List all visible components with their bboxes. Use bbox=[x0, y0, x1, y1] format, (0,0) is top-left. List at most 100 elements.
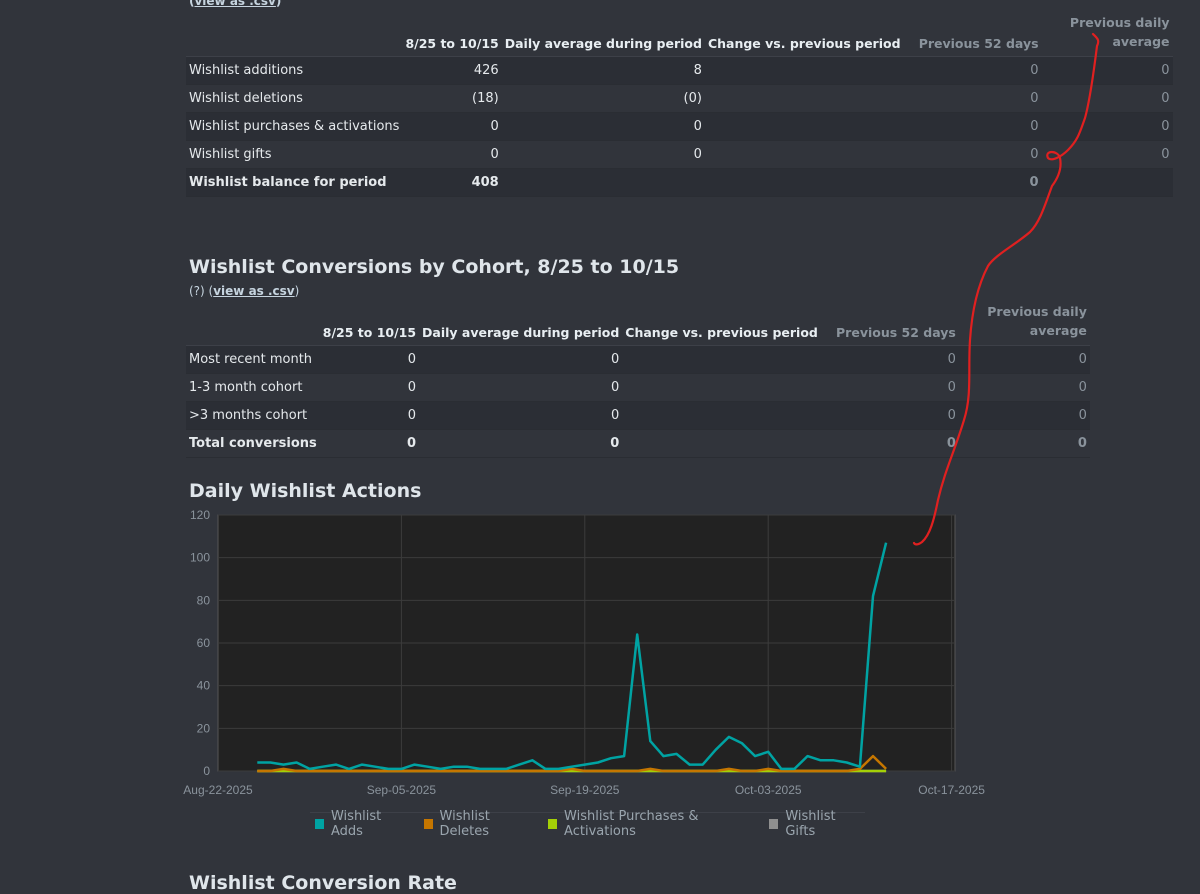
cell-daily-average: 0 bbox=[419, 401, 623, 430]
cell-previous-average: 0 bbox=[1041, 112, 1173, 141]
cell-daily-average bbox=[501, 168, 705, 197]
cell-previous-average: 0 bbox=[958, 345, 1090, 374]
table-row: Wishlist purchases & activations 0 0 0 0 bbox=[186, 112, 1173, 141]
cell-daily-average: 0 bbox=[501, 112, 705, 141]
table-total-row: Total conversions 0 0 0 0 bbox=[186, 429, 1090, 458]
legend-swatch bbox=[548, 819, 558, 829]
legend-item-gifts[interactable]: Wishlist Gifts bbox=[764, 809, 861, 839]
column-header-period: 8/25 to 10/15 bbox=[402, 12, 502, 57]
cell-previous: 0 bbox=[903, 112, 1042, 141]
legend-item-deletes[interactable]: Wishlist Deletes bbox=[419, 809, 533, 839]
cell-daily-average: 0 bbox=[419, 345, 623, 374]
y-tick-label: 60 bbox=[197, 636, 211, 650]
cell-previous: 0 bbox=[820, 345, 959, 374]
conversions-section-title: Wishlist Conversions by Cohort, 8/25 to … bbox=[189, 256, 680, 278]
legend-swatch bbox=[423, 819, 433, 829]
conversion-rate-title: Wishlist Conversion Rate bbox=[189, 872, 457, 894]
row-label: Most recent month bbox=[186, 345, 320, 374]
table-row: 1-3 month cohort 0 0 0 0 bbox=[186, 373, 1090, 402]
column-header-label bbox=[186, 12, 403, 57]
row-label: Wishlist purchases & activations bbox=[186, 112, 403, 141]
column-header-change: Change vs. previous period bbox=[622, 302, 821, 346]
view-as-csv-link[interactable]: view as .csv bbox=[194, 0, 275, 8]
x-tick-label: Oct-17-2025 bbox=[918, 783, 985, 797]
row-label: Wishlist gifts bbox=[186, 140, 403, 169]
legend-swatch bbox=[315, 819, 324, 829]
legend-label: Wishlist Deletes bbox=[439, 809, 490, 839]
x-tick-label: Sep-19-2025 bbox=[550, 783, 620, 797]
chart-svg: 0 20 40 60 80 100 120 Aug-22-2025 Sep-05-2025 Sep… bbox=[183, 508, 985, 797]
help-link[interactable]: (?) bbox=[189, 284, 205, 298]
table-header-row: 8/25 to 10/15 Daily average during perio… bbox=[186, 12, 1173, 57]
y-tick-label: 20 bbox=[197, 721, 211, 735]
cell-previous: 0 bbox=[903, 84, 1042, 113]
column-header-period: 8/25 to 10/15 bbox=[319, 302, 420, 346]
y-tick-label: 0 bbox=[203, 764, 210, 778]
chart-legend: Wishlist Adds Wishlist Deletes Wishlist … bbox=[310, 809, 865, 839]
column-header-daily-average: Daily average during period bbox=[501, 12, 705, 57]
cell-period: 0 bbox=[402, 140, 502, 169]
row-label: Total conversions bbox=[186, 429, 320, 458]
cell-daily-average: 0 bbox=[419, 429, 623, 458]
table-row: Wishlist deletions (18) (0) 0 0 bbox=[186, 84, 1173, 113]
cell-previous-average: 0 bbox=[1041, 140, 1173, 169]
cell-previous-average: 0 bbox=[958, 429, 1090, 458]
legend-item-adds[interactable]: Wishlist Adds bbox=[310, 809, 409, 839]
cell-change bbox=[622, 373, 821, 402]
y-tick-label: 100 bbox=[190, 551, 210, 565]
legend-label: Wishlist Adds bbox=[330, 809, 382, 839]
cell-period: 426 bbox=[402, 56, 502, 85]
cell-change bbox=[704, 84, 904, 113]
column-header-daily-average: Daily average during period bbox=[419, 302, 623, 346]
column-header-previous-daily-average: Previous daily average bbox=[1041, 12, 1173, 57]
row-label: Wishlist balance for period bbox=[186, 168, 403, 197]
y-tick-label: 120 bbox=[190, 508, 210, 522]
cell-change bbox=[704, 112, 904, 141]
cell-previous: 0 bbox=[820, 401, 959, 430]
legend-label: Wishlist Gifts bbox=[785, 809, 836, 839]
cell-previous: 0 bbox=[903, 56, 1042, 85]
cell-period: 0 bbox=[319, 345, 420, 374]
cell-previous: 0 bbox=[903, 140, 1042, 169]
cell-change bbox=[704, 140, 904, 169]
y-tick-label: 80 bbox=[197, 593, 211, 607]
top-csv-link-row: (view as .csv) bbox=[189, 0, 281, 8]
table-row: Wishlist gifts 0 0 0 0 bbox=[186, 140, 1173, 169]
row-label: Wishlist deletions bbox=[186, 84, 403, 113]
daily-wishlist-chart: 0 20 40 60 80 100 120 Aug-22-2025 Sep-05-2025 Sep… bbox=[180, 505, 1000, 840]
cell-previous-average: 0 bbox=[958, 401, 1090, 430]
table-row: >3 months cohort 0 0 0 0 bbox=[186, 401, 1090, 430]
x-tick-label: Oct-03-2025 bbox=[735, 783, 802, 797]
cell-previous-average bbox=[1041, 168, 1173, 197]
cell-previous: 0 bbox=[820, 429, 959, 458]
cell-period: 0 bbox=[402, 112, 502, 141]
table-row: Wishlist additions 426 8 0 0 bbox=[186, 56, 1173, 85]
wishlist-summary-table: 8/25 to 10/15 Daily average during perio… bbox=[186, 12, 1173, 197]
cell-change bbox=[622, 429, 821, 458]
cell-change bbox=[704, 168, 904, 197]
conversions-table: 8/25 to 10/15 Daily average during perio… bbox=[186, 302, 1090, 458]
x-tick-label: Aug-22-2025 bbox=[183, 783, 253, 797]
column-header-previous-52-days: Previous 52 days bbox=[903, 12, 1042, 57]
cell-daily-average: (0) bbox=[501, 84, 705, 113]
cell-daily-average: 0 bbox=[501, 140, 705, 169]
cell-daily-average: 8 bbox=[501, 56, 705, 85]
row-label: >3 months cohort bbox=[186, 401, 320, 430]
cell-period: 408 bbox=[402, 168, 502, 197]
cell-previous-average: 0 bbox=[1041, 56, 1173, 85]
cell-change bbox=[622, 401, 821, 430]
cell-period: (18) bbox=[402, 84, 502, 113]
column-header-previous-52-days: Previous 52 days bbox=[820, 302, 959, 346]
cell-change bbox=[704, 56, 904, 85]
cell-period: 0 bbox=[319, 401, 420, 430]
legend-item-purchases[interactable]: Wishlist Purchases & Activations bbox=[543, 809, 754, 839]
cell-previous-average: 0 bbox=[1041, 84, 1173, 113]
column-header-change: Change vs. previous period bbox=[704, 12, 904, 57]
cell-previous: 0 bbox=[820, 373, 959, 402]
conversions-subtitle: (?) (view as .csv) bbox=[189, 284, 300, 298]
view-as-csv-link[interactable]: view as .csv bbox=[213, 284, 294, 298]
cell-previous-average: 0 bbox=[958, 373, 1090, 402]
x-tick-label: Sep-05-2025 bbox=[367, 783, 437, 797]
cell-change bbox=[622, 345, 821, 374]
table-header-row: 8/25 to 10/15 Daily average during perio… bbox=[186, 302, 1090, 346]
